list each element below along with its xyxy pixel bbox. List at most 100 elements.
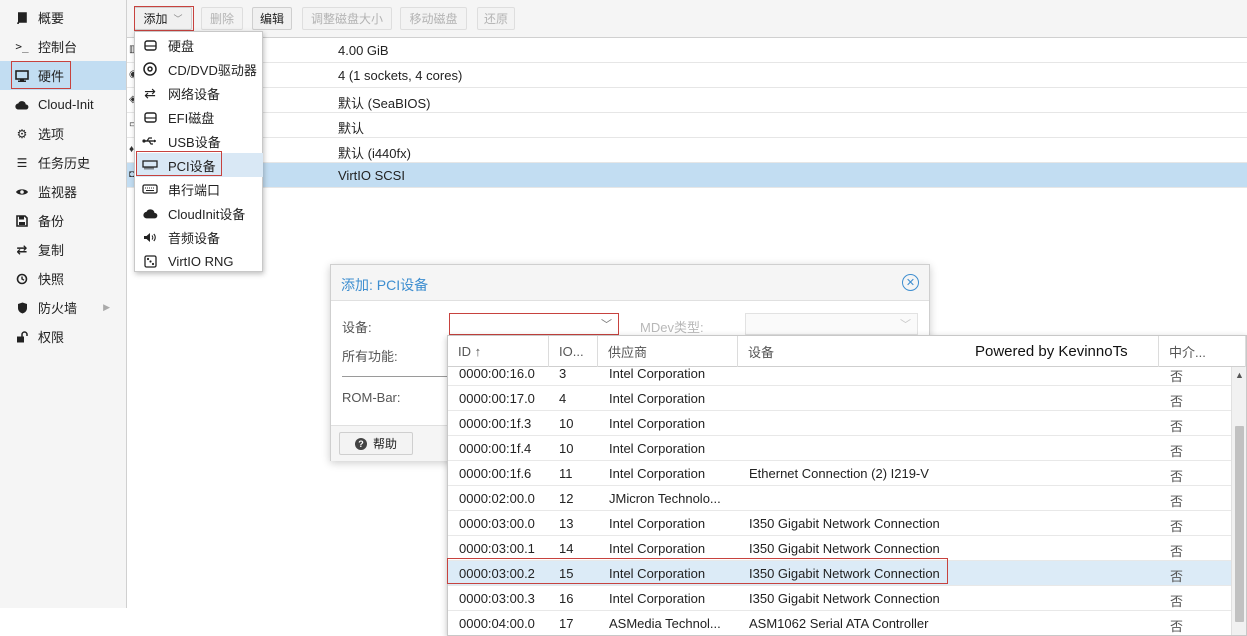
chevron-down-icon: ﹀ [173,14,183,24]
pci-device-row[interactable]: 0000:00:1f.6 11 Intel Corporation Ethernet … [448,461,1231,486]
menu-item-cloudinit-device[interactable]: CloudInit设备 [136,201,263,225]
chevron-right-icon[interactable]: ▶ [103,302,110,313]
edit-button-label: 编辑 [259,12,284,26]
iommu-group-cell: 12 [559,491,574,506]
pci-id-cell: 0000:00:1f.4 [459,441,532,456]
menu-item-usb-device[interactable]: USB设备 [136,129,263,153]
menu-item-pci-device[interactable]: PCI设备 [136,153,263,177]
pci-device-row[interactable]: 0000:00:17.0 4 Intel Corporation 否 [448,386,1231,411]
column-header-id[interactable]: ID ↑ [448,336,549,367]
sidebar-item-label: 监视器 [38,185,78,200]
sidebar-item-options[interactable]: ⚙ 选项 [0,119,126,148]
column-header-vendor[interactable]: 供应商 [598,336,738,367]
close-icon[interactable]: ✕ [902,274,919,291]
sidebar-item-console[interactable]: >_ 控制台 [0,32,126,61]
hardware-row[interactable]: ▥ 4.00 GiB [127,38,1247,63]
rom-bar-label: ROM-Bar: [342,390,401,405]
menu-item-network-device[interactable]: ⇄ 网络设备 [136,81,263,105]
hdd-icon [141,111,159,123]
iommu-group-cell: 10 [559,441,574,456]
sidebar-item-cloud-init[interactable]: Cloud-Init [0,90,126,119]
scrollbar[interactable]: ▲ [1231,367,1246,635]
pci-id-cell: 0000:03:00.0 [459,516,535,531]
scrollbar-thumb[interactable] [1235,426,1244,622]
mdev-type-label: MDev类型: [640,320,704,335]
vendor-cell: Intel Corporation [609,591,706,606]
move-disk-button[interactable]: 移动磁盘 [400,7,467,30]
menu-item-cdrom[interactable]: CD/DVD驱动器 [136,57,263,81]
divider [342,376,452,377]
iommu-group-cell: 17 [559,616,574,631]
mediated-devices-cell: 否 [1170,444,1184,459]
pci-device-row[interactable]: 0000:04:00.0 17 ASMedia Technol... ASM1062 … [448,611,1231,635]
resize-disk-button[interactable]: 调整磁盘大小 [302,7,392,30]
pci-id-cell: 0000:00:1f.6 [459,466,532,481]
hardware-row[interactable]: ♦ 默认 (i440fx) [127,138,1247,163]
sidebar-item-label: 控制台 [38,40,78,55]
hardware-row-value: 默认 (i440fx) [338,146,411,161]
column-header-iommu[interactable]: IO... [549,336,598,367]
pci-device-row[interactable]: 0000:03:00.2 15 Intel Corporation I350 Giga… [448,561,1231,586]
sidebar-item-hardware[interactable]: 硬件 [0,61,126,90]
vendor-cell: Intel Corporation [609,566,706,581]
menu-item-virtio-rng[interactable]: VirtIO RNG [136,249,263,273]
sidebar-item-task-history[interactable]: ☰ 任务历史 [0,148,126,177]
mediated-devices-cell: 否 [1170,619,1184,634]
sidebar-item-summary[interactable]: 概要 [0,3,126,32]
pci-device-row[interactable]: 0000:00:1f.3 10 Intel Corporation 否 [448,411,1231,436]
history-icon [14,273,30,285]
column-header-label: 设备 [748,345,775,360]
hardware-row[interactable]: ▭ 默认 [127,113,1247,138]
pci-device-row[interactable]: 0000:00:16.0 3 Intel Corporation 否 [448,367,1231,386]
hardware-row[interactable]: ◘ VirtIO SCSI [127,163,1247,188]
hardware-row[interactable]: ◈ 默认 (SeaBIOS) [127,88,1247,113]
remove-button[interactable]: 删除 [201,7,243,30]
menu-item-serial-port[interactable]: 串行端口 [136,177,263,201]
pci-device-row[interactable]: 0000:03:00.0 13 Intel Corporation I350 Giga… [448,511,1231,536]
pci-device-row[interactable]: 0000:00:1f.4 10 Intel Corporation 否 [448,436,1231,461]
device-combobox[interactable]: ﹀ [449,313,619,335]
terminal-icon: >_ [15,40,29,53]
help-button[interactable]: ? 帮助 [339,432,413,455]
sidebar-item-replication[interactable]: ⇄ 复制 [0,235,126,264]
sidebar-item-label: 权限 [38,330,65,345]
sidebar-item-label: 概要 [38,11,65,26]
menu-item-efi-disk[interactable]: EFI磁盘 [136,105,263,129]
sidebar-item-snapshots[interactable]: 快照 [0,264,126,293]
sidebar-item-monitor[interactable]: 监视器 [0,177,126,206]
keyboard-icon [141,184,159,194]
eye-icon [14,187,30,197]
sidebar-item-firewall[interactable]: 防火墙 ▶ [0,293,126,322]
cloud-icon [141,208,159,219]
pci-id-cell: 0000:00:1f.3 [459,416,532,431]
menu-item-label: USB设备 [168,134,221,150]
hardware-row-value: 4.00 GiB [338,43,389,58]
dice-icon [141,254,159,268]
move-disk-button-label: 移动磁盘 [409,12,458,26]
mdev-type-combobox[interactable]: ﹀ [745,313,918,335]
pci-id-cell: 0000:02:00.0 [459,491,535,506]
pci-device-row[interactable]: 0000:02:00.0 12 JMicron Technolo... 否 [448,486,1231,511]
device-label: 设备: [342,320,372,335]
pci-device-row[interactable]: 0000:03:00.1 14 Intel Corporation I350 Giga… [448,536,1231,561]
hardware-row[interactable]: ◉ 4 (1 sockets, 4 cores) [127,63,1247,88]
revert-button[interactable]: 还原 [477,7,515,30]
menu-item-audio-device[interactable]: 音频设备 [136,225,263,249]
sidebar-item-backup[interactable]: 备份 [0,206,126,235]
column-header-mediated[interactable]: 中介... [1159,336,1246,367]
edit-button[interactable]: 编辑 [252,7,292,30]
cloud-icon [14,100,30,110]
iommu-group-cell: 15 [559,566,574,581]
device-cell: I350 Gigabit Network Connection [749,516,940,531]
sidebar-item-label: 任务历史 [38,156,91,171]
chevron-down-icon[interactable]: ﹀ [601,316,612,332]
sidebar-item-permissions[interactable]: 权限 [0,322,126,351]
hardware-row-value: VirtIO SCSI [338,168,405,183]
add-button-label: 添加 [143,12,168,26]
menu-item-hard-disk[interactable]: 硬盘 [136,33,263,57]
pci-device-row[interactable]: 0000:03:00.3 16 Intel Corporation I350 Giga… [448,586,1231,611]
unlock-icon [14,330,30,343]
scroll-up-arrow-icon[interactable]: ▲ [1235,370,1244,380]
add-button[interactable]: 添加 ﹀ [134,7,192,30]
vendor-cell: Intel Corporation [609,441,706,456]
